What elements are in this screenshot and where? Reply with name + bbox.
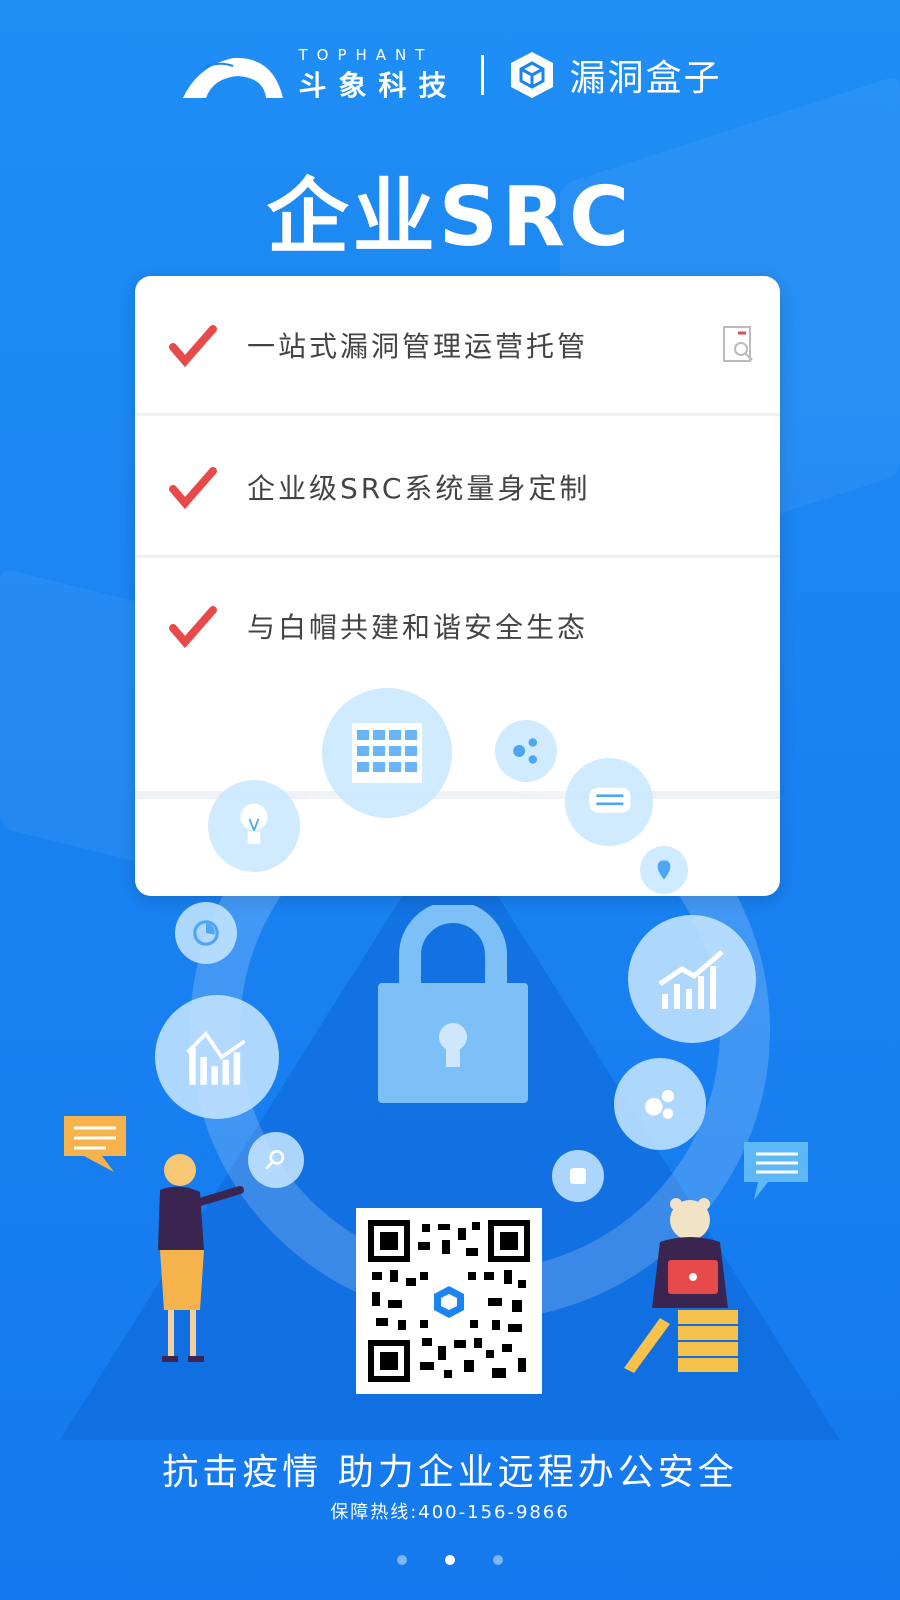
product-name: 漏洞盒子 <box>569 58 722 99</box>
page-title: 企业SRC <box>266 170 634 265</box>
feature-item: 与白帽共建和谐安全生态 <box>135 556 780 696</box>
gears-icon <box>614 1058 706 1150</box>
brand-en: TOPHANT <box>298 46 434 64</box>
qr-code <box>356 1208 542 1394</box>
feature-label: 一站式漏洞管理运营托管 <box>247 329 589 363</box>
lightbulb-icon <box>208 780 300 872</box>
chat-bubble-icon <box>744 1142 808 1200</box>
pager-dot[interactable] <box>493 1555 503 1565</box>
tophant-elephant-icon <box>183 57 284 98</box>
puzzle-icon <box>552 1150 604 1202</box>
location-icon <box>640 846 688 894</box>
check-icon <box>169 324 217 367</box>
lock-icon <box>378 905 528 1103</box>
hotline[interactable]: 保障热线:400-156-9866 <box>0 1498 900 1524</box>
header-divider <box>480 55 484 95</box>
feature-label: 企业级SRC系统量身定制 <box>247 471 591 505</box>
cube-icon <box>510 52 553 98</box>
bear-illustration <box>624 1198 738 1373</box>
growth-chart-icon <box>628 915 756 1043</box>
share-icon <box>495 720 557 782</box>
pager-dot-active[interactable] <box>445 1555 455 1565</box>
search-icon <box>248 1132 304 1188</box>
tophant-logo: TOPHANT 斗象科技 <box>178 46 458 104</box>
brand-cn: 斗象科技 <box>298 69 459 102</box>
timer-icon <box>175 902 237 964</box>
feature-label: 与白帽共建和谐安全生态 <box>247 611 589 644</box>
pager-dot[interactable] <box>397 1555 407 1565</box>
bar-chart-icon <box>155 995 279 1119</box>
feature-item: 一站式漏洞管理运营托管 <box>135 276 780 416</box>
calendar-icon <box>322 688 452 818</box>
document-search-icon[interactable] <box>722 325 756 365</box>
header: TOPHANT 斗象科技 漏洞盒子 <box>0 40 900 110</box>
pager-dots <box>0 1555 900 1565</box>
chat-icon <box>565 758 653 846</box>
chat-bubble-icon <box>64 1116 126 1172</box>
slogan: 抗击疫情 助力企业远程办公安全 <box>162 1452 738 1493</box>
check-icon <box>169 606 217 649</box>
product-logo: 漏洞盒子 <box>506 49 722 101</box>
feature-item: 企业级SRC系统量身定制 <box>135 418 780 558</box>
person-illustration <box>158 1154 244 1362</box>
check-icon <box>169 466 217 509</box>
